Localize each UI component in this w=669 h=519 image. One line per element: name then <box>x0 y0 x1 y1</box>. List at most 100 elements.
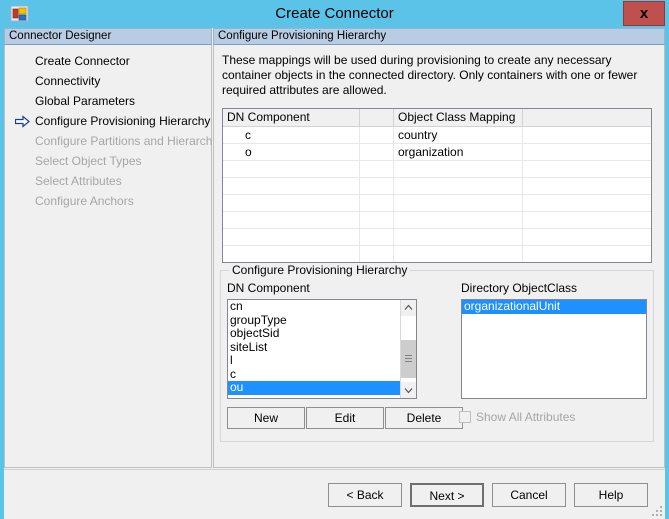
cell-empty <box>394 195 523 211</box>
mapping-grid-header: DN Component Object Class Mapping <box>223 109 651 127</box>
list-item[interactable]: siteList <box>228 341 400 355</box>
column-header-object-class-mapping[interactable]: Object Class Mapping <box>394 109 523 126</box>
cell-empty <box>223 212 360 228</box>
cell-empty <box>360 229 394 245</box>
delete-button[interactable]: Delete <box>385 407 463 429</box>
column-header-dn-component[interactable]: DN Component <box>223 109 360 126</box>
sidebar-item-select-object-types: Select Object Types <box>5 151 211 171</box>
cell-empty <box>223 178 360 194</box>
cell-empty <box>394 161 523 177</box>
sidebar: Connector Designer Create Connector Conn… <box>4 28 228 468</box>
table-row-empty[interactable] <box>223 229 651 246</box>
cell-empty <box>360 178 394 194</box>
list-item[interactable]: objectSid <box>228 327 400 341</box>
cell-empty <box>394 212 523 228</box>
sidebar-item-label: Configure Provisioning Hierarchy <box>35 114 211 128</box>
cell-blank-1 <box>360 127 394 143</box>
sidebar-item-configure-anchors: Configure Anchors <box>5 191 211 211</box>
mapping-grid[interactable]: DN Component Object Class Mapping c coun… <box>222 108 652 263</box>
column-header-blank-1[interactable] <box>360 109 394 126</box>
scroll-up-icon[interactable] <box>401 300 416 316</box>
table-row-empty[interactable] <box>223 178 651 195</box>
sidebar-body: Create Connector Connectivity Global Par… <box>4 45 228 468</box>
sidebar-item-label: Create Connector <box>35 54 130 68</box>
cell-empty <box>360 212 394 228</box>
sidebar-header: Connector Designer <box>4 28 212 45</box>
table-row-empty[interactable] <box>223 212 651 229</box>
configure-provisioning-hierarchy-groupbox: Configure Provisioning Hierarchy DN Comp… <box>220 263 654 442</box>
cell-dn-component: o <box>223 144 360 160</box>
cell-dn-component: c <box>223 127 360 143</box>
dn-component-scrollbar[interactable] <box>400 300 416 398</box>
dn-component-listbox[interactable]: cn groupType objectSid siteList l c ou <box>227 299 417 399</box>
list-item-selected[interactable]: organizationalUnit <box>462 300 646 314</box>
cell-empty <box>523 246 651 262</box>
checkbox-box-icon <box>459 411 471 423</box>
groupbox-legend: Configure Provisioning Hierarchy <box>229 263 411 277</box>
edit-button[interactable]: Edit <box>306 407 384 429</box>
cell-object-class-mapping: country <box>394 127 523 143</box>
title-bar[interactable]: Create Connector x <box>0 0 669 28</box>
cell-empty <box>394 178 523 194</box>
dialog-client-area: Connector Designer Create Connector Conn… <box>4 28 665 519</box>
sidebar-item-configure-partitions-and-hierarchies: Configure Partitions and Hierarchies <box>5 131 228 151</box>
cell-empty <box>523 212 651 228</box>
content-header: Configure Provisioning Hierarchy <box>213 28 665 45</box>
create-connector-dialog: Create Connector x Connector Designer Cr… <box>0 0 669 519</box>
cell-blank-1 <box>360 144 394 160</box>
directory-objectclass-list: organizationalUnit <box>462 300 646 314</box>
list-item[interactable]: c <box>228 368 400 382</box>
list-item[interactable]: cn <box>228 300 400 314</box>
show-all-attributes-checkbox: Show All Attributes <box>459 410 575 424</box>
sidebar-item-connectivity[interactable]: Connectivity <box>5 71 211 91</box>
table-row-empty[interactable] <box>223 195 651 212</box>
close-button[interactable]: x <box>623 1 665 26</box>
sidebar-item-label: Configure Partitions and Hierarchies <box>35 134 228 148</box>
sidebar-item-create-connector[interactable]: Create Connector <box>5 51 211 71</box>
cell-empty <box>523 161 651 177</box>
resize-grip-icon[interactable] <box>650 504 663 517</box>
sidebar-item-label: Select Attributes <box>35 174 122 188</box>
new-button[interactable]: New <box>227 407 305 429</box>
directory-objectclass-listbox[interactable]: organizationalUnit <box>461 299 647 399</box>
cell-empty <box>523 178 651 194</box>
cell-empty <box>360 195 394 211</box>
sidebar-item-select-attributes: Select Attributes <box>5 171 211 191</box>
current-step-arrow-icon <box>14 114 30 128</box>
sidebar-item-label: Select Object Types <box>35 154 142 168</box>
dn-component-label: DN Component <box>227 281 310 295</box>
sidebar-item-configure-provisioning-hierarchy[interactable]: Configure Provisioning Hierarchy <box>5 111 211 131</box>
cell-blank-2 <box>523 127 651 143</box>
cell-empty <box>360 161 394 177</box>
cell-empty <box>394 229 523 245</box>
cell-empty <box>523 195 651 211</box>
list-item[interactable]: l <box>228 354 400 368</box>
table-row-empty[interactable] <box>223 161 651 178</box>
cell-empty <box>223 195 360 211</box>
sidebar-item-label: Connectivity <box>35 74 101 88</box>
table-row-empty[interactable] <box>223 246 651 262</box>
show-all-attributes-label: Show All Attributes <box>476 410 576 424</box>
dialog-footer: < Back Next > Cancel Help <box>4 469 665 519</box>
table-row[interactable]: c country <box>223 127 651 144</box>
sidebar-item-label: Configure Anchors <box>35 194 134 208</box>
cell-empty <box>223 161 360 177</box>
list-item-selected[interactable]: ou <box>228 381 400 395</box>
cell-empty <box>360 246 394 262</box>
list-item[interactable]: groupType <box>228 314 400 328</box>
cell-empty <box>523 229 651 245</box>
next-button[interactable]: Next > <box>410 483 484 507</box>
dn-component-list: cn groupType objectSid siteList l c ou <box>228 300 400 395</box>
scrollbar-thumb[interactable] <box>401 340 416 378</box>
cancel-button[interactable]: Cancel <box>492 483 566 507</box>
scroll-down-icon[interactable] <box>401 382 416 398</box>
help-button[interactable]: Help <box>574 483 648 507</box>
content-pane: Configure Provisioning Hierarchy These m… <box>213 28 665 468</box>
cell-empty <box>223 246 360 262</box>
column-header-blank-2[interactable] <box>523 109 651 126</box>
back-button[interactable]: < Back <box>328 483 402 507</box>
description-text: These mappings will be used during provi… <box>222 53 638 97</box>
directory-objectclass-label: Directory ObjectClass <box>461 281 578 295</box>
sidebar-item-global-parameters[interactable]: Global Parameters <box>5 91 211 111</box>
table-row[interactable]: o organization <box>223 144 651 161</box>
